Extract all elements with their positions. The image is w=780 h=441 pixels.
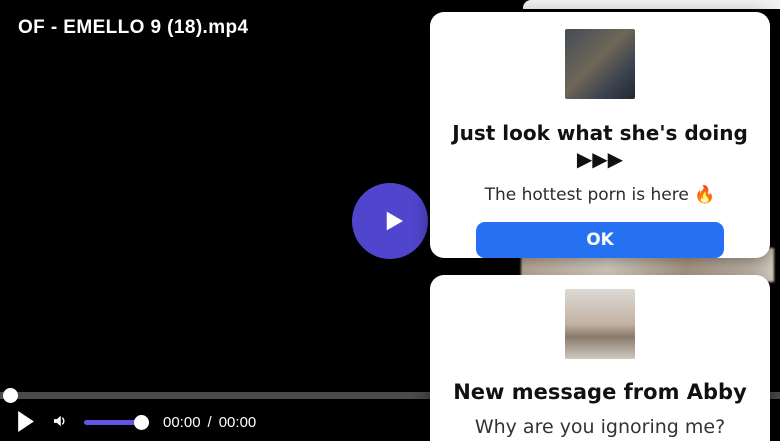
volume-low-icon <box>51 412 69 433</box>
video-title: OF - EMELLO 9 (18).mp4 <box>18 17 249 38</box>
page: OF - EMELLO 9 (18).mp4 00:00 / 00:00 Jus… <box>0 0 780 441</box>
background-page-strip <box>523 0 780 9</box>
offer-title: Just look what she's doing ▶▶▶ <box>452 121 748 171</box>
offer-thumbnail-image <box>565 29 635 99</box>
volume-thumb[interactable] <box>134 415 149 430</box>
message-body: Why are you ignoring me? <box>474 416 726 438</box>
duration: 00:00 <box>218 414 257 431</box>
current-time: 00:00 <box>163 414 201 431</box>
play-icon <box>373 206 408 236</box>
time-separator: / <box>207 414 212 431</box>
big-play-button[interactable] <box>352 183 428 259</box>
volume-slider[interactable] <box>84 415 149 430</box>
message-title: New message from Abby <box>453 380 747 404</box>
popup-message[interactable]: New message from Abby Why are you ignori… <box>430 275 770 441</box>
time-display: 00:00 / 00:00 <box>163 414 256 431</box>
offer-subtitle: The hottest porn is here 🔥 <box>484 185 716 205</box>
popup-offer: Just look what she's doing ▶▶▶ The hotte… <box>430 12 770 258</box>
ok-button[interactable]: OK <box>476 222 724 258</box>
play-icon <box>17 410 34 435</box>
mute-button[interactable] <box>51 412 69 433</box>
seekbar-thumb[interactable] <box>3 388 18 403</box>
player-controls: 00:00 / 00:00 <box>0 404 430 441</box>
play-button[interactable] <box>17 410 34 435</box>
message-thumbnail-image <box>565 289 635 359</box>
